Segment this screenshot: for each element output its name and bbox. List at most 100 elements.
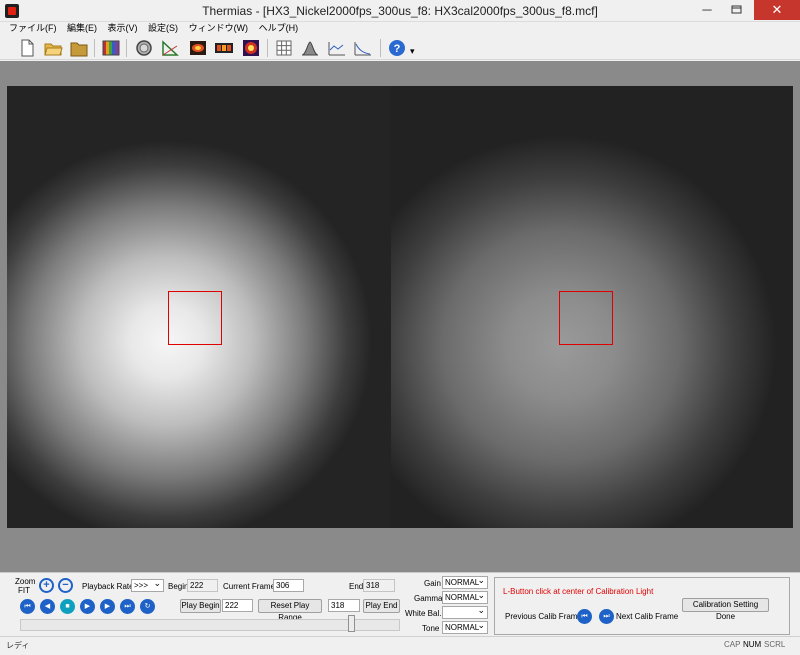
gamma-select[interactable]: NORMAL	[442, 590, 488, 604]
zoom-label: Zoom	[15, 577, 36, 586]
scrl-indicator: SCRL	[764, 640, 786, 649]
previous-calib-frame-label: Previous Calib Frame	[505, 612, 582, 621]
grid-button[interactable]	[274, 38, 294, 58]
toolbar-separator	[267, 39, 268, 57]
circle-roi-button[interactable]	[134, 38, 154, 58]
calibration-roi-box[interactable]	[559, 291, 613, 345]
circle-icon	[136, 40, 152, 56]
heat-map-icon	[243, 40, 259, 56]
film-strip-button[interactable]	[214, 38, 234, 58]
svg-text:?: ?	[394, 43, 401, 55]
help-dropdown-arrow[interactable]: ▾	[410, 46, 415, 57]
playback-controls-panel: Zoom FIT + − Playback Rate >>> Begin 222…	[0, 572, 800, 635]
next-calib-frame-label: Next Calib Frame	[616, 612, 679, 621]
folder-icon	[70, 42, 88, 57]
nickel-image-frame[interactable]	[7, 86, 391, 528]
calibration-image-frame[interactable]	[391, 86, 793, 528]
gain-select[interactable]: NORMAL	[442, 575, 488, 589]
status-bar: レディ CAP NUM SCRL	[0, 636, 800, 655]
play-begin-field[interactable]: 222	[222, 599, 253, 612]
toolbar-separator	[94, 39, 95, 57]
profile-graph-icon	[328, 42, 345, 56]
loop-icon[interactable]: ↻	[140, 599, 155, 614]
toolbar-separator	[380, 39, 381, 57]
tone-label: Tone	[422, 624, 440, 633]
begin-label: Begin	[168, 582, 189, 591]
step-back-icon[interactable]: ◀	[40, 599, 55, 614]
zoom-fit-label[interactable]: FIT	[18, 586, 30, 595]
menu-file[interactable]: ファイル(F)	[5, 22, 61, 34]
open-folder-icon	[44, 43, 63, 56]
zoom-out-icon[interactable]: −	[58, 578, 73, 593]
menu-settings[interactable]: 設定(S)	[144, 22, 182, 34]
toolbar-separator	[126, 39, 127, 57]
cap-indicator: CAP	[724, 640, 741, 649]
film-strip-icon	[215, 43, 233, 53]
playback-rate-select[interactable]: >>>	[131, 578, 164, 592]
previous-calib-frame-icon[interactable]: ⏮	[577, 609, 592, 624]
reset-play-range-button[interactable]: Reset Play Range	[258, 599, 322, 622]
toolbar: ? ▾	[0, 36, 800, 60]
tone-select[interactable]: NORMAL	[442, 620, 488, 634]
title-bar: Thermias - [HX3_Nickel2000fps_300us_f8: …	[0, 0, 800, 22]
histogram-button[interactable]	[300, 38, 320, 58]
calibration-panel: L-Button click at center of Calibration …	[494, 577, 790, 635]
calibration-instruction: L-Button click at center of Calibration …	[503, 587, 654, 596]
num-indicator: NUM	[743, 640, 762, 649]
open-file-button[interactable]	[43, 38, 63, 58]
thermal-image-button[interactable]	[188, 38, 208, 58]
color-bar-icon	[102, 40, 120, 56]
play-end-field[interactable]: 318	[328, 599, 360, 612]
zoom-in-icon[interactable]: +	[39, 578, 54, 593]
calibration-setting-done-button[interactable]: Calibration Setting Done	[682, 598, 769, 621]
minimize-button[interactable]: ─	[692, 0, 722, 20]
play-begin-button[interactable]: Play Begin	[180, 599, 221, 613]
play-icon[interactable]: ▶	[80, 599, 95, 614]
white-balance-label: White Bal.	[405, 609, 442, 618]
menu-help[interactable]: ヘルプ(H)	[255, 22, 303, 34]
menu-edit[interactable]: 編集(E)	[63, 22, 101, 34]
gain-label: Gain	[424, 579, 441, 588]
play-end-button[interactable]: Play End	[363, 599, 400, 613]
image-view-area[interactable]	[0, 61, 800, 572]
skip-to-start-icon[interactable]: ⏮	[20, 599, 35, 614]
current-frame-label: Current Frame	[223, 582, 276, 591]
decay-graph-icon	[354, 42, 371, 56]
menu-bar: ファイル(F) 編集(E) 表示(V) 設定(S) ウィンドウ(W) ヘルプ(H…	[0, 22, 800, 36]
save-folder-button[interactable]	[69, 38, 89, 58]
grid-icon	[276, 40, 292, 56]
histogram-icon	[301, 41, 319, 56]
profile-graph-button[interactable]	[327, 38, 347, 58]
new-file-button[interactable]	[17, 38, 37, 58]
playback-rate-label: Playback Rate	[82, 582, 134, 591]
restore-button[interactable]	[722, 0, 752, 20]
begin-frame-field: 222	[187, 579, 218, 592]
help-icon: ?	[389, 40, 405, 56]
end-frame-field: 318	[363, 579, 395, 592]
new-file-icon	[21, 39, 34, 57]
current-frame-field[interactable]: 306	[273, 579, 304, 592]
gradient-button[interactable]	[160, 38, 180, 58]
stop-icon[interactable]: ■	[60, 599, 75, 614]
white-balance-select[interactable]	[442, 605, 488, 619]
menu-window[interactable]: ウィンドウ(W)	[185, 22, 253, 34]
heat-map-button[interactable]	[241, 38, 261, 58]
help-button[interactable]: ?	[387, 38, 407, 58]
restore-icon	[731, 5, 742, 14]
step-forward-icon[interactable]: ▶	[100, 599, 115, 614]
frame-slider-thumb[interactable]	[348, 615, 356, 632]
menu-view[interactable]: 表示(V)	[104, 22, 142, 34]
calibration-roi-box[interactable]	[168, 291, 222, 345]
color-bar-button[interactable]	[101, 38, 121, 58]
close-button[interactable]: ✕	[754, 0, 800, 20]
gamma-label: Gamma	[414, 594, 443, 603]
triangle-graph-icon	[162, 40, 179, 56]
end-label: End	[349, 582, 364, 591]
skip-to-end-icon[interactable]: ⏭	[120, 599, 135, 614]
window-title: Thermias - [HX3_Nickel2000fps_300us_f8: …	[202, 4, 598, 18]
decay-graph-button[interactable]	[353, 38, 373, 58]
frame-slider-track[interactable]	[20, 619, 400, 631]
thermal-image-icon	[190, 41, 206, 55]
next-calib-frame-icon[interactable]: ⏭	[599, 609, 614, 624]
status-text: レディ	[6, 641, 30, 650]
